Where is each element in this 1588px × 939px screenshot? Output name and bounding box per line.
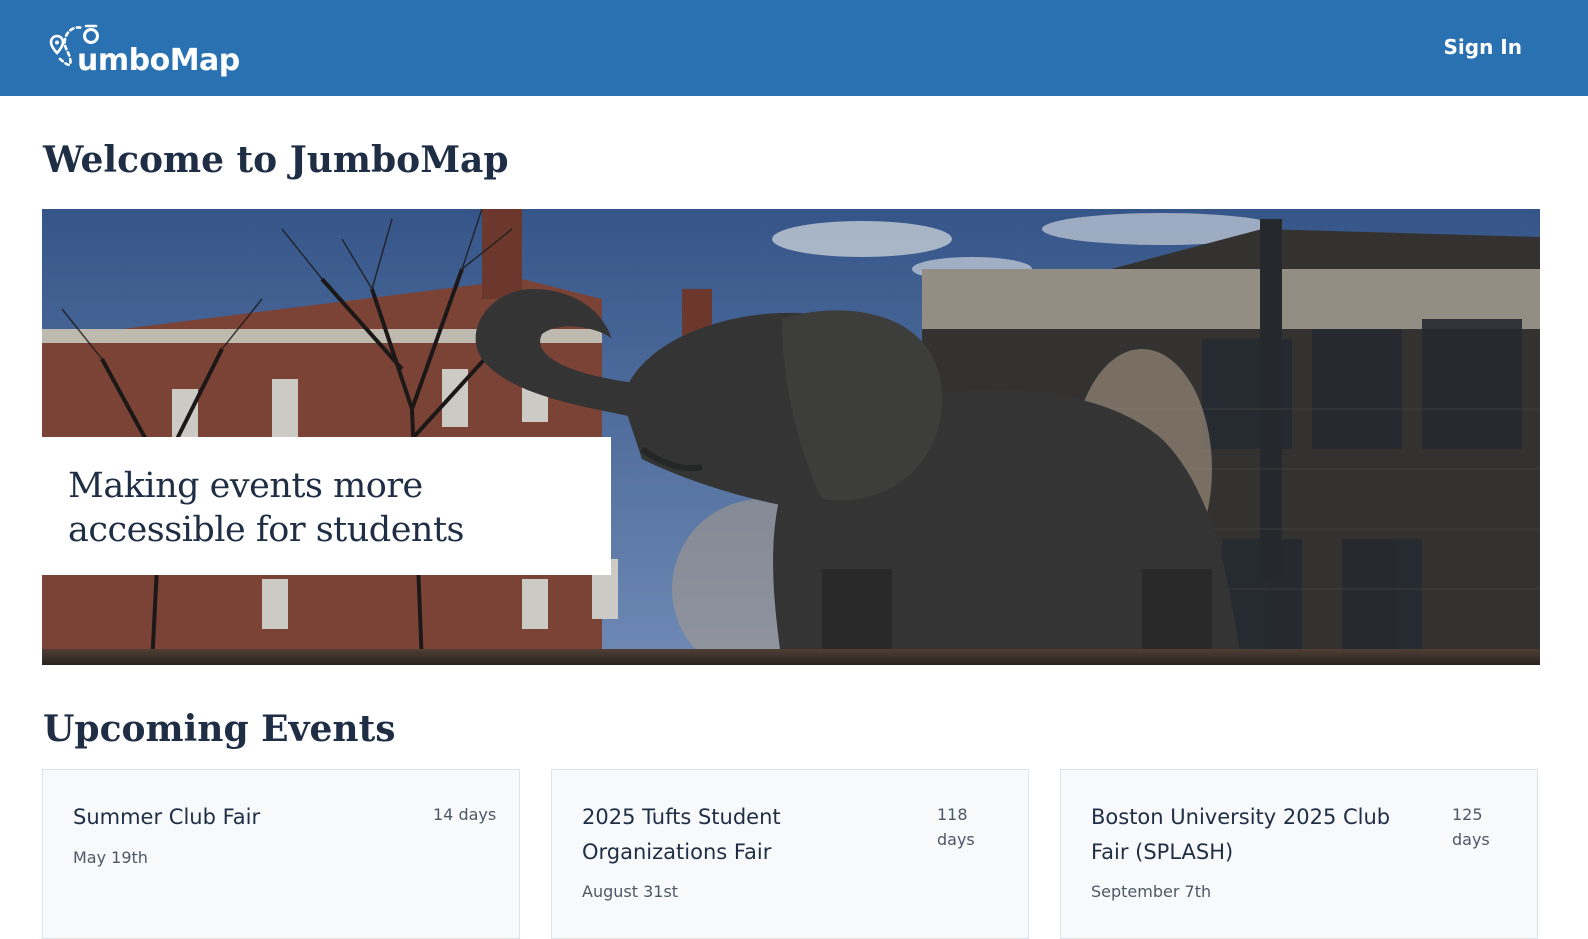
event-countdown: 14 days — [433, 802, 496, 827]
event-date: September 7th — [1091, 882, 1212, 901]
top-nav-bar: umboMap Sign In — [0, 0, 1588, 96]
event-name: 2025 Tufts Student Organizations Fair — [582, 805, 781, 864]
hero-tagline-card: Making events more accessible for studen… — [42, 437, 611, 575]
page-title: Welcome to JumboMap — [43, 139, 509, 181]
event-countdown-unit: days — [1452, 830, 1490, 849]
hero-tagline-line-1: Making events more — [68, 466, 423, 506]
sign-in-link[interactable]: Sign In — [1444, 33, 1522, 61]
event-countdown-value: 125 — [1452, 805, 1483, 824]
event-card[interactable]: Boston University 2025 Club Fair (SPLASH… — [1060, 769, 1538, 939]
event-date: May 19th — [73, 848, 148, 867]
event-countdown: 125 days — [1452, 802, 1502, 852]
event-name: Boston University 2025 Club Fair (SPLASH… — [1091, 805, 1391, 864]
hero-banner: Making events more accessible for studen… — [42, 209, 1540, 665]
event-card[interactable]: 2025 Tufts Student Organizations Fair 11… — [551, 769, 1029, 939]
event-countdown-unit: days — [458, 805, 497, 824]
jumbomap-logo[interactable]: umboMap — [42, 16, 240, 80]
event-countdown: 118 days — [937, 802, 987, 852]
event-name: Summer Club Fair — [73, 805, 261, 829]
event-date: August 31st — [582, 882, 679, 901]
upcoming-events-heading: Upcoming Events — [43, 708, 396, 750]
event-countdown-value: 118 — [937, 805, 968, 824]
upcoming-events-list: Summer Club Fair 14 days May 19th 2025 T… — [42, 769, 1540, 939]
event-card[interactable]: Summer Club Fair 14 days May 19th — [42, 769, 520, 939]
map-pin-dotted-path-icon — [42, 20, 99, 80]
hero-tagline-line-2: accessible for students — [68, 510, 464, 550]
event-countdown-unit: days — [937, 830, 975, 849]
hero-tagline: Making events more accessible for studen… — [68, 464, 585, 552]
event-countdown-value: 14 — [433, 805, 454, 824]
